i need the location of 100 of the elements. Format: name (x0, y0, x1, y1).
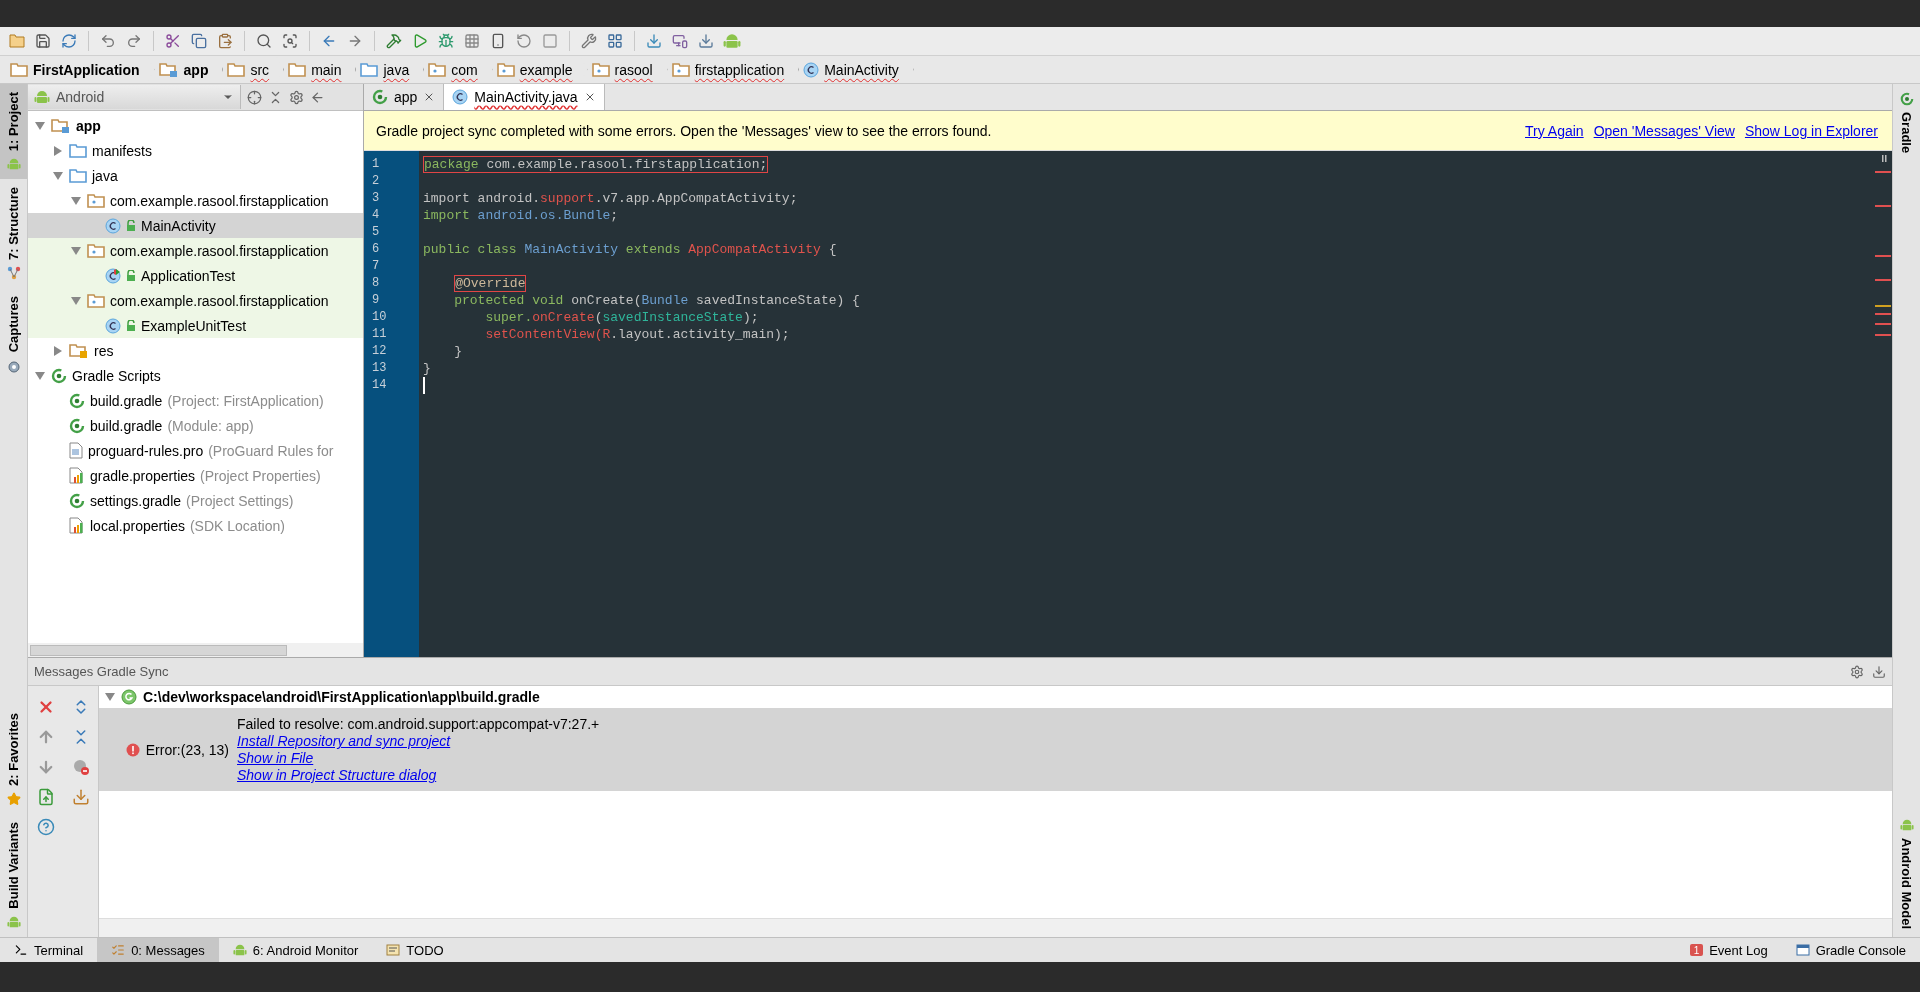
tree-item[interactable]: MainActivity (28, 213, 363, 238)
expanded-arrow-icon[interactable] (35, 370, 45, 381)
locate-icon[interactable] (247, 89, 262, 105)
tab-label: Event Log (1709, 942, 1768, 958)
file-icon (69, 442, 83, 459)
folder-icon (227, 62, 246, 77)
tool-window-tab[interactable]: 1: Project (0, 84, 27, 180)
avd-manager-button[interactable] (672, 33, 688, 49)
code-editor[interactable]: package com.example.rasool.firstapplication; import android.support.v7.app.AppCompatActivity; import android.os.Bundle; public class MainActivity extends AppCompatActivity { @Override protected void onCreate(Bundle savedInstanceState) { super.onCreate(savedInstanceState); setContentView(R.layout.activity_main); } } (419, 151, 1872, 657)
scrollbar[interactable] (99, 918, 1892, 937)
tree-item[interactable]: ApplicationTest (28, 263, 363, 288)
settings-icon[interactable] (1850, 664, 1864, 679)
collapsed-arrow-icon[interactable] (53, 345, 63, 356)
back-button[interactable] (321, 33, 337, 49)
package-icon (591, 62, 610, 77)
hide-icon[interactable] (1872, 664, 1886, 679)
tree-item[interactable]: com.example.rasool.firstapplication (28, 288, 363, 313)
tree-item[interactable]: settings.gradle (Project Settings) (28, 488, 363, 513)
tool-window-tab[interactable]: Gradle (1893, 84, 1920, 162)
error-message-row[interactable]: Error:(23, 13) Failed to resolve: com.android.support:appcompat-v7:27.+ Install Repository and sync project Show in File Show in Project Structure dialog (99, 708, 1892, 791)
undo-button[interactable] (100, 33, 116, 49)
scrollbar-thumb[interactable] (30, 644, 287, 656)
tool-window-tab[interactable]: 6: Android Monitor (218, 938, 373, 962)
collapsed-arrow-icon[interactable] (53, 145, 63, 156)
notification-link[interactable]: Show Log in Explorer (1744, 122, 1878, 139)
tree-item-label: ApplicationTest (141, 267, 236, 284)
view-dropdown[interactable]: Android (28, 85, 241, 109)
package-icon (87, 243, 105, 258)
tool-window-tab[interactable]: Terminal (0, 938, 98, 962)
notification-link[interactable]: Try Again (1525, 122, 1584, 139)
rerun-button[interactable] (516, 33, 532, 49)
settings-button[interactable] (581, 33, 597, 49)
folder-icon (288, 62, 307, 77)
tree-item[interactable]: build.gradle (Project: FirstApplication) (28, 388, 363, 413)
paste-button[interactable] (217, 33, 233, 49)
expanded-arrow-icon[interactable] (71, 195, 81, 206)
expanded-arrow-icon[interactable] (71, 245, 81, 256)
tool-window-tab[interactable]: 2: Favorites (0, 705, 27, 815)
sdk-manager-button[interactable] (646, 33, 662, 49)
tree-item-label: com.example.rasool.firstapplication (110, 292, 329, 309)
expanded-arrow-icon[interactable] (35, 120, 45, 131)
tool-window-tab[interactable]: TODO (372, 938, 458, 962)
debug-button[interactable] (438, 33, 454, 49)
attach-button[interactable] (490, 33, 506, 49)
hide-panel-icon[interactable] (310, 89, 325, 105)
editor-tab[interactable]: MainActivity.java (444, 84, 605, 110)
action-link[interactable]: Install Repository and sync project (237, 733, 600, 749)
cut-button[interactable] (165, 33, 181, 49)
tree-item[interactable]: ExampleUnitTest (28, 313, 363, 338)
search-button[interactable] (256, 33, 272, 49)
export-icon[interactable] (36, 788, 55, 806)
message-file-row[interactable]: C:\dev\workspace\android\FirstApplication\app\build.gradle (99, 686, 1892, 708)
coverage-button[interactable] (464, 33, 480, 49)
tool-window-tab[interactable]: 1 Event Log (1676, 938, 1782, 962)
structure-button[interactable] (607, 33, 623, 49)
tree-item[interactable]: res (28, 338, 363, 363)
tree-item[interactable]: build.gradle (Module: app) (28, 413, 363, 438)
tool-window-tab[interactable]: 0: Messages (97, 938, 219, 962)
tree-item[interactable]: java (28, 163, 363, 188)
structure-icon (6, 266, 21, 281)
error-filter-icon[interactable] (71, 758, 90, 776)
build-button[interactable] (386, 33, 402, 49)
tree-item-note: (Project: FirstApplication) (167, 392, 324, 409)
save-button[interactable] (35, 33, 51, 49)
tree-item[interactable]: proguard-rules.pro (ProGuard Rules for (28, 438, 363, 463)
redo-button[interactable] (126, 33, 142, 49)
tree-item[interactable]: Gradle Scripts (28, 363, 363, 388)
download-icon[interactable] (71, 788, 90, 806)
tool-window-tab[interactable]: Captures (0, 288, 27, 381)
copy-button[interactable] (191, 33, 207, 49)
tool-window-tab[interactable]: Build Variants (0, 814, 27, 937)
source-folder-icon (69, 168, 87, 183)
tree-item[interactable]: com.example.rasool.firstapplication (28, 188, 363, 213)
action-link[interactable]: Show in File (237, 750, 600, 766)
line-number: 6 (371, 241, 381, 258)
line-number: 8 (371, 275, 381, 292)
settings-icon[interactable] (289, 89, 304, 105)
expanded-arrow-icon[interactable] (105, 692, 115, 702)
tree-item[interactable]: gradle.properties (Project Properties) (28, 463, 363, 488)
tree-item[interactable]: manifests (28, 138, 363, 163)
action-link[interactable]: Show in Project Structure dialog (237, 767, 600, 783)
lock-icon (126, 319, 136, 332)
sync-button[interactable] (61, 33, 77, 49)
help-icon[interactable] (36, 818, 55, 836)
tool-window-tab[interactable]: Android Model (1893, 810, 1920, 937)
replace-button[interactable] (282, 33, 298, 49)
tree-item-label: proguard-rules.pro (88, 442, 204, 459)
expanded-arrow-icon[interactable] (71, 295, 81, 306)
run-button[interactable] (412, 33, 428, 49)
tree-item[interactable]: app (28, 113, 363, 138)
tree-item[interactable]: com.example.rasool.firstapplication (28, 238, 363, 263)
notification-link[interactable]: Open 'Messages' View (1593, 122, 1735, 139)
tree-item-label: settings.gradle (90, 492, 182, 509)
tool-window-tab[interactable]: 7: Structure (0, 179, 27, 289)
stop-button[interactable] (542, 33, 558, 49)
tree-item[interactable]: local.properties (SDK Location) (28, 513, 363, 538)
expanded-arrow-icon[interactable] (53, 170, 63, 181)
tool-window-tab[interactable]: Gradle Console (1781, 938, 1920, 962)
tree-item-label: app (76, 117, 101, 134)
forward-button[interactable] (347, 33, 363, 49)
